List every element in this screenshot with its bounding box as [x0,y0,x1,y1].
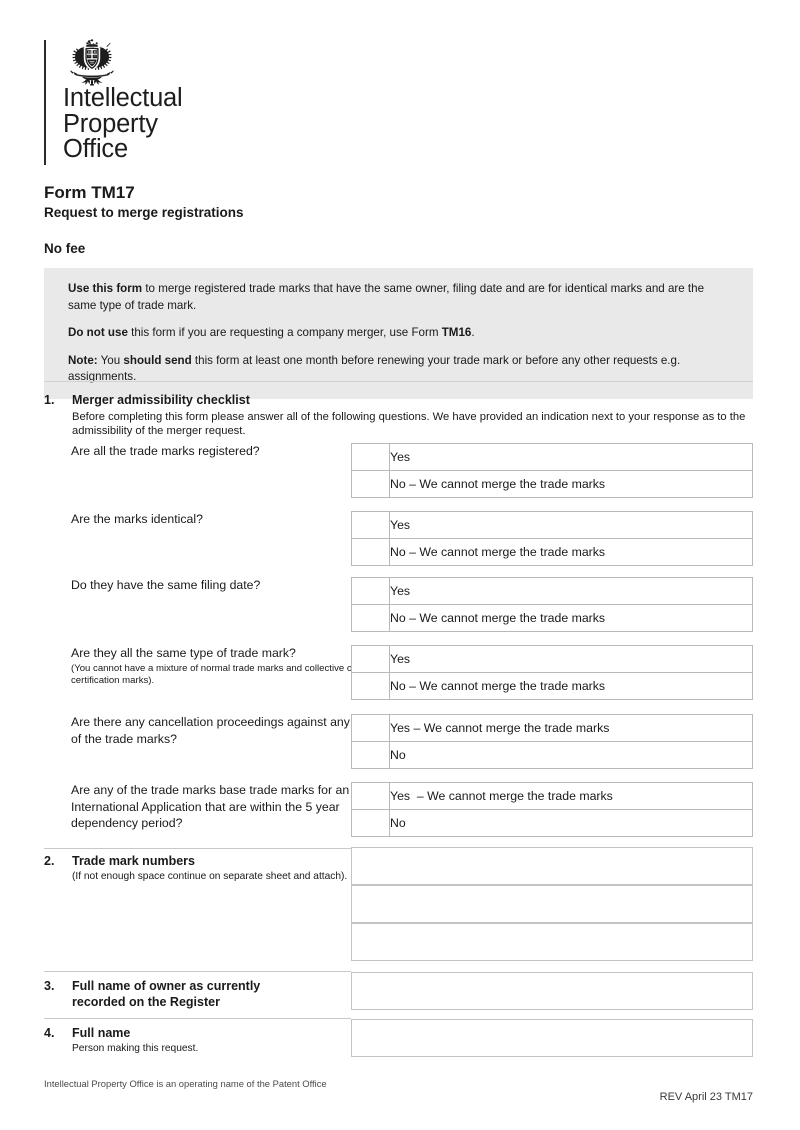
checklist-question-6-options: Yes – We cannot merge the trade marks No [351,782,753,837]
option-row: No [351,809,753,837]
checklist-question-3-label: Do they have the same filing date? [71,578,261,592]
option-label: No – We cannot merge the trade marks [389,538,753,566]
page-subtitle: Request to merge registrations [44,205,244,220]
option-row: Yes [351,511,753,539]
option-row: Yes [351,645,753,673]
masthead: Intellectual Property Office [44,0,753,165]
section-1-description: Before completing this form please answe… [72,411,746,437]
owner-full-name-input[interactable] [351,972,753,1010]
option-label: No [389,809,753,837]
option-label: Yes – We cannot merge the trade marks [389,782,753,810]
section-3-number: 3. [44,979,55,993]
option-row: No – We cannot merge the trade marks [351,604,753,632]
trade-mark-numbers-input-2[interactable] [351,885,753,923]
checkbox-cell[interactable] [351,714,390,742]
checklist-question-5-label: Are there any cancellation proceedings a… [71,715,350,746]
guidance-p2-bold: Do not use [68,326,128,339]
section-1: 1. Merger admissibility checklist Before… [44,392,753,438]
guidance-p2-text: this form if you are requesting a compan… [127,326,442,339]
checkbox-cell[interactable] [351,511,390,539]
section-3-divider [44,971,351,972]
checkbox-cell[interactable] [351,577,390,605]
checkbox-cell[interactable] [351,604,390,632]
option-row: Yes – We cannot merge the trade marks [351,714,753,742]
option-row: No – We cannot merge the trade marks [351,538,753,566]
option-label: Yes [389,645,753,673]
checkbox-cell[interactable] [351,741,390,769]
checkbox-cell[interactable] [351,672,390,700]
option-row: No [351,741,753,769]
option-label: No – We cannot merge the trade marks [389,672,753,700]
requester-full-name-input[interactable] [351,1019,753,1057]
option-label: Yes [389,577,753,605]
logo-line-2: Property [63,109,158,138]
section-4-divider [44,1018,351,1019]
trade-mark-numbers-input-1[interactable] [351,847,753,885]
checklist-question-4-label: Are they all the same type of trade mark… [71,645,361,687]
option-row: Yes [351,443,753,471]
checklist-question-1-label: Are all the trade marks registered? [71,444,260,458]
checklist-question-1-options: Yes No – We cannot merge the trade marks [351,443,753,498]
option-label: Yes [389,443,753,471]
checklist-question-3-options: Yes No – We cannot merge the trade marks [351,577,753,632]
fee-label: No fee [44,241,86,256]
section-2-divider [44,848,351,849]
guidance-p3-bold: Note: [68,353,98,367]
checklist-question-2-label: Are the marks identical? [71,512,203,526]
checkbox-cell[interactable] [351,538,390,566]
form-page: Intellectual Property Office Form TM17 R… [0,0,800,1130]
section-1-title: Merger admissibility checklist [72,393,250,407]
checklist-question-4-options: Yes No – We cannot merge the trade marks [351,645,753,700]
footer-legal-text: Intellectual Property Office is an opera… [44,1078,327,1089]
checkbox-cell[interactable] [351,782,390,810]
checklist-question-5-options: Yes – We cannot merge the trade marks No [351,714,753,769]
guidance-p2-form-ref: TM16 [441,326,472,339]
option-label: No – We cannot merge the trade marks [389,470,753,498]
trade-mark-numbers-input-3[interactable] [351,923,753,961]
checkbox-cell[interactable] [351,645,390,673]
checklist-question-2-options: Yes No – We cannot merge the trade marks [351,511,753,566]
guidance-p2-end: . [471,326,475,339]
option-row: Yes – We cannot merge the trade marks [351,782,753,810]
guidance-paragraph-do-not-use: Do not use this form if you are requesti… [68,325,731,342]
section-4-number: 4. [44,1026,55,1040]
checklist-question-6-label: Are any of the trade marks base trade ma… [71,783,350,830]
guidance-p3-text: You [97,353,124,367]
logo-vertical-rule [44,40,46,165]
option-label: No – We cannot merge the trade marks [389,604,753,632]
option-label: No [389,741,753,769]
logo-line-1: Intellectual [63,84,183,112]
guidance-p1-text: to merge registered trade marks that hav… [68,282,705,312]
checklist-question-4-subtext: (You cannot have a mixture of normal tra… [71,662,356,686]
guidance-p3-bold2: should send [123,353,192,367]
option-label: Yes [389,511,753,539]
title-block: Form TM17 Request to merge registrations… [44,183,753,256]
guidance-p1-bold: Use this form [68,282,143,295]
option-row: No – We cannot merge the trade marks [351,672,753,700]
section-2-number: 2. [44,854,55,868]
footer-revision-code: REV April 23 TM17 [659,1091,753,1103]
checkbox-cell[interactable] [351,443,390,471]
guidance-paragraph-use-this-form: Use this form to merge registered trade … [68,281,731,314]
checkbox-cell[interactable] [351,470,390,498]
section-1-divider [44,381,753,382]
section-1-number: 1. [44,393,55,407]
option-row: Yes [351,577,753,605]
option-row: No – We cannot merge the trade marks [351,470,753,498]
page-title: Form TM17 [44,183,135,202]
guidance-infobox: Use this form to merge registered trade … [44,268,753,399]
checkbox-cell[interactable] [351,809,390,837]
logo-line-3: Office [63,135,128,163]
logo-wordmark: Intellectual Property Office [63,84,183,163]
option-label: Yes – We cannot merge the trade marks [389,714,753,742]
royal-coat-of-arms-icon [64,38,120,86]
